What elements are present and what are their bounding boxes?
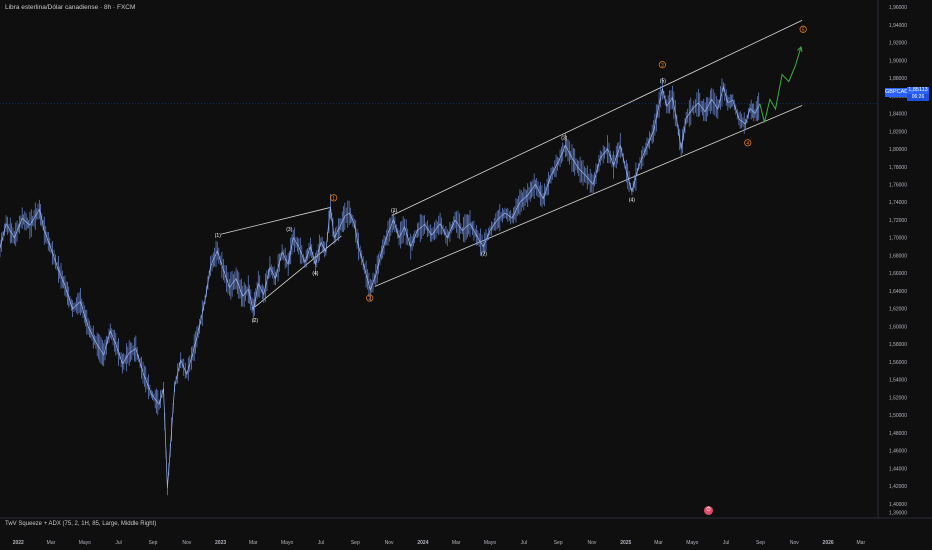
x-tick-label: Nov [182, 540, 191, 546]
wave-label-primary: 1 [332, 196, 335, 202]
y-tick-label: 1,78000 [889, 165, 907, 171]
y-tick-label: 1,66000 [889, 271, 907, 277]
y-tick-label: 1,96000 [889, 5, 907, 11]
y-tick-label: 1,42000 [889, 484, 907, 490]
x-tick-label: Sep [149, 540, 158, 546]
wave-label-minor: (1) [391, 208, 397, 214]
wave-label-minor: (2) [481, 252, 487, 258]
channel-line-2 [221, 207, 330, 235]
x-tick-label: Mar [249, 540, 258, 546]
y-tick-label: 1,46000 [889, 449, 907, 455]
wave-label-minor: (3) [561, 135, 567, 141]
channel-line-0 [374, 105, 803, 287]
clock-icon[interactable]: ⏱ [704, 506, 713, 515]
symbol-tag: GBPCAD [885, 88, 909, 97]
x-tick-label: 2024 [417, 540, 428, 546]
x-tick-label: Mar [452, 540, 461, 546]
y-tick-label: 1,76000 [889, 182, 907, 188]
y-tick-label: 1,39000 [889, 511, 907, 517]
y-tick-label: 1,80000 [889, 147, 907, 153]
projection-path [759, 46, 802, 123]
wave-label-minor: (1) [215, 233, 221, 239]
x-tick-label: Mar [47, 540, 56, 546]
y-tick-label: 1,88000 [889, 76, 907, 82]
y-tick-label: 1,44000 [889, 466, 907, 472]
x-tick-label: Jul [521, 540, 527, 546]
y-tick-label: 1,40000 [889, 502, 907, 508]
wave-label-minor: (3) [286, 227, 292, 233]
indicator-label[interactable]: TwV Squeeze + ADX (75, 2, 1H, 85, Large,… [5, 521, 156, 527]
current-price-label: 1,85113 [907, 87, 929, 94]
x-tick-label: 2022 [13, 540, 24, 546]
x-tick-label: Jul [723, 540, 729, 546]
x-tick-label: Mayo [484, 540, 496, 546]
x-tick-label: Sep [554, 540, 563, 546]
y-tick-label: 1,94000 [889, 23, 907, 29]
wave-label-minor: (5) [660, 79, 666, 85]
y-tick-label: 1,90000 [889, 58, 907, 64]
y-tick-label: 1,62000 [889, 307, 907, 313]
y-tick-label: 1,50000 [889, 413, 907, 419]
x-tick-label: 2025 [620, 540, 631, 546]
x-tick-label: 2026 [823, 540, 834, 546]
x-tick-label: Mayo [686, 540, 698, 546]
y-tick-label: 1,70000 [889, 236, 907, 242]
wave-label-primary: 3 [661, 63, 664, 69]
y-tick-label: 1,68000 [889, 253, 907, 259]
x-tick-label: Nov [790, 540, 799, 546]
y-tick-label: 1,92000 [889, 41, 907, 47]
x-tick-label: Mayo [79, 540, 91, 546]
x-tick-label: Jul [318, 540, 324, 546]
x-tick-label: Sep [351, 540, 360, 546]
y-tick-label: 1,64000 [889, 289, 907, 295]
y-tick-label: 1,54000 [889, 378, 907, 384]
y-tick-label: 1,58000 [889, 342, 907, 348]
wave-label-minor: (4) [312, 271, 318, 277]
x-tick-label: Jul [115, 540, 121, 546]
y-tick-label: 1,72000 [889, 218, 907, 224]
x-tick-label: Nov [385, 540, 394, 546]
channel-line-3 [254, 235, 342, 308]
x-tick-label: Sep [756, 540, 765, 546]
x-tick-label: 2023 [215, 540, 226, 546]
wave-label-primary: 2 [368, 296, 371, 302]
x-tick-label: Mar [654, 540, 663, 546]
y-tick-label: 1,52000 [889, 395, 907, 401]
wave-label-minor: (4) [629, 198, 635, 204]
chart-title: Libra esterlina/Dólar canadiense · 8h · … [5, 4, 136, 11]
bar-countdown-label: 06:26 [907, 94, 929, 101]
x-tick-label: Mayo [281, 540, 293, 546]
price-chart[interactable]: 1 2 3 4 5 (1) (2) (3) (4) (1) (2) (3) (4) (5) 1,96000… [0, 0, 932, 550]
x-tick-label: Nov [588, 540, 597, 546]
y-tick-label: 1,56000 [889, 360, 907, 366]
y-tick-label: 1,74000 [889, 200, 907, 206]
y-tick-label: 1,82000 [889, 129, 907, 135]
wave-label-primary: 4 [746, 141, 749, 147]
x-tick-label: Mar [857, 540, 866, 546]
wave-label-minor: (2) [252, 318, 258, 324]
y-tick-label: 1,84000 [889, 112, 907, 118]
y-tick-label: 1,60000 [889, 324, 907, 330]
y-tick-label: 1,48000 [889, 431, 907, 437]
wave-label-primary: 5 [802, 27, 805, 33]
